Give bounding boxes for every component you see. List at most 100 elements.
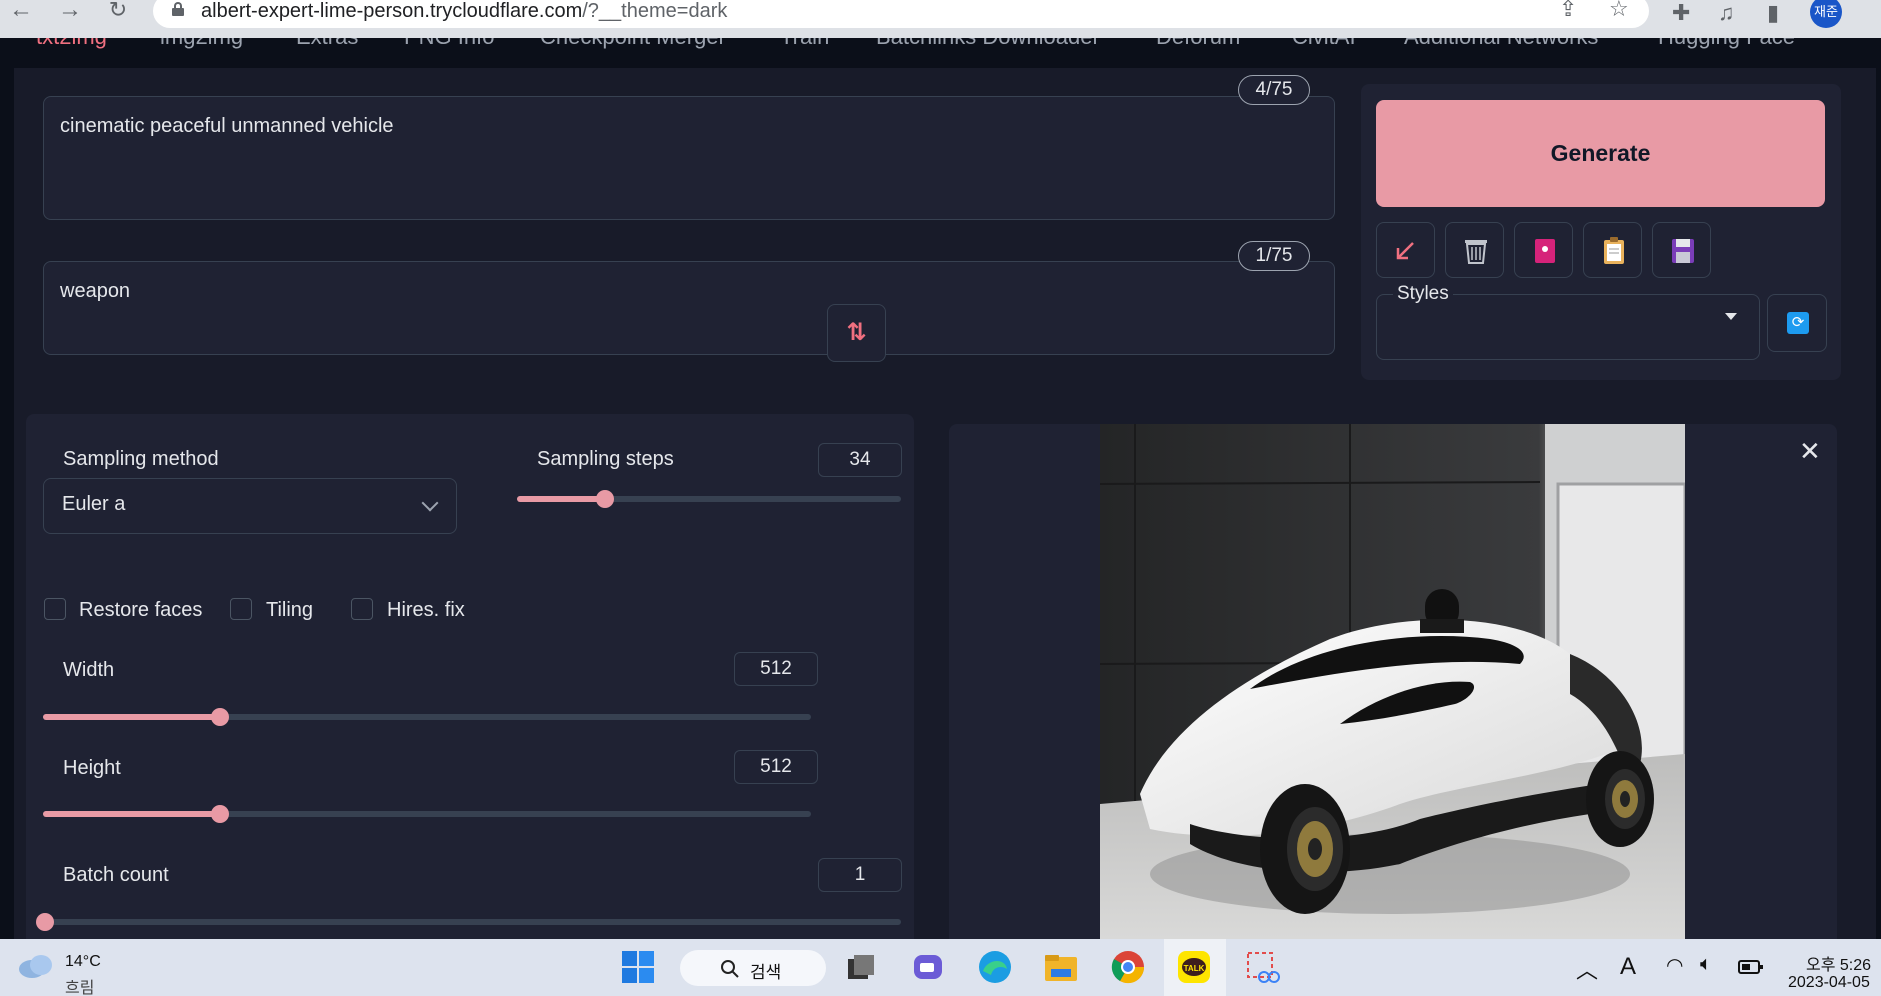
chrome-icon[interactable] — [1108, 947, 1148, 987]
sampling-steps-slider[interactable] — [517, 490, 901, 508]
windows-start-icon[interactable] — [618, 947, 658, 987]
batch-count-thumb[interactable] — [36, 913, 54, 931]
browser-chrome: ← → ↻ albert-expert-lime-person.trycloud… — [0, 0, 1881, 38]
url-text[interactable]: albert-expert-lime-person.trycloudflare.… — [201, 0, 727, 23]
caret-down-icon — [1725, 313, 1737, 320]
weather-temp[interactable]: 14°C — [65, 953, 101, 971]
ime-indicator[interactable]: A — [1620, 953, 1636, 981]
height-label: Height — [63, 757, 121, 779]
swap-dimensions-button[interactable]: ⇅ — [827, 304, 886, 362]
close-icon[interactable]: ✕ — [1799, 436, 1821, 467]
file-explorer-icon[interactable] — [1041, 947, 1081, 987]
sampling-steps-input[interactable]: 34 — [818, 443, 902, 477]
restore-faces-checkbox[interactable] — [44, 598, 66, 620]
generation-settings: Sampling method Euler a Sampling steps 3… — [26, 414, 914, 939]
sampling-method-value: Euler a — [62, 493, 126, 515]
tiling-checkbox[interactable] — [230, 598, 252, 620]
tab-train[interactable]: Train — [780, 38, 829, 50]
edge-browser-icon[interactable] — [975, 947, 1015, 987]
share-icon[interactable]: ⇪ — [1559, 0, 1577, 22]
refresh-icon: ⟳ — [1787, 312, 1809, 334]
task-view-icon[interactable] — [840, 947, 880, 987]
save-style-button[interactable] — [1652, 222, 1711, 278]
clear-prompt-button[interactable] — [1445, 222, 1504, 278]
extra-networks-button[interactable] — [1514, 222, 1573, 278]
side-panel-icon[interactable]: ▮ — [1767, 0, 1779, 26]
negative-prompt-input[interactable]: weapon — [43, 261, 1335, 355]
negative-token-counter: 1/75 — [1238, 241, 1310, 271]
snipping-tool-icon[interactable] — [1242, 947, 1282, 987]
tab-additional-networks[interactable]: Additional Networks — [1404, 38, 1598, 50]
tab-txt2img[interactable]: txt2img — [36, 38, 107, 50]
pink-card-icon — [1535, 239, 1555, 263]
positive-prompt-input[interactable]: cinematic peaceful unmanned vehicle — [43, 96, 1335, 220]
star-icon[interactable]: ☆ — [1609, 0, 1629, 22]
generate-panel: Generate Styles ⟳ — [1361, 84, 1841, 380]
width-label: Width — [63, 659, 115, 681]
clock-date[interactable]: 2023-04-05 — [1788, 974, 1870, 992]
chevron-down-icon — [421, 494, 439, 512]
generated-image[interactable] — [1100, 424, 1685, 939]
wifi-icon[interactable]: ◠ — [1666, 953, 1683, 978]
tab-civitai[interactable]: CivitAI — [1292, 38, 1356, 50]
arrow-down-left-icon — [1396, 242, 1414, 260]
clipboard-icon — [1604, 237, 1624, 264]
back-icon[interactable]: ← — [6, 0, 36, 24]
search-label: 검색 — [750, 963, 782, 982]
width-slider[interactable] — [43, 708, 811, 726]
forward-icon[interactable]: → — [55, 0, 85, 24]
windows-taskbar: 14°C 흐림 검색 TALK ︿ A ◠ 🔈︎ 오후 5:26 2023-04… — [0, 939, 1881, 996]
height-slider[interactable] — [43, 805, 811, 823]
batch-count-input[interactable]: 1 — [818, 858, 902, 892]
tab-hugging-face[interactable]: Hugging Face — [1658, 38, 1795, 50]
kakaotalk-icon[interactable]: TALK — [1174, 947, 1214, 987]
output-gallery: ✕ — [949, 424, 1837, 939]
taskbar-search[interactable]: 검색 — [680, 950, 826, 986]
height-input[interactable]: 512 — [734, 750, 818, 784]
address-bar[interactable]: albert-expert-lime-person.trycloudflare.… — [153, 0, 1649, 28]
styles-dropdown[interactable]: Styles — [1376, 283, 1760, 360]
lock-icon — [172, 2, 184, 16]
tab-extras[interactable]: Extras — [296, 38, 358, 50]
sampling-method-dropdown[interactable]: Euler a — [43, 478, 457, 534]
read-params-button[interactable] — [1376, 222, 1435, 278]
tiling-label: Tiling — [266, 599, 314, 621]
chevron-up-icon[interactable]: ︿ — [1576, 953, 1598, 985]
tab-deforum[interactable]: Deforum — [1156, 38, 1240, 50]
svg-text:TALK: TALK — [1184, 964, 1205, 973]
vehicle-illustration — [1100, 424, 1685, 939]
tab-png-info[interactable]: PNG Info — [404, 38, 494, 50]
tab-bar: txt2img img2img Extras PNG Info Checkpoi… — [0, 38, 1881, 68]
clock-time[interactable]: 오후 5:26 — [1806, 951, 1871, 975]
negative-prompt-text: weapon — [60, 280, 131, 302]
battery-icon[interactable] — [1738, 959, 1764, 975]
width-input[interactable]: 512 — [734, 652, 818, 686]
hires-fix-checkbox[interactable] — [351, 598, 373, 620]
puzzle-extension-icon[interactable]: ✚ — [1672, 0, 1690, 26]
hires-fix-label: Hires. fix — [387, 599, 465, 621]
height-fill — [43, 811, 220, 817]
tab-img2img[interactable]: img2img — [160, 38, 243, 50]
media-control-icon[interactable]: ♫ — [1718, 0, 1735, 26]
cloud-icon — [19, 955, 52, 978]
chat-icon[interactable] — [908, 947, 948, 987]
sampling-steps-thumb[interactable] — [596, 490, 615, 508]
apply-styles-button[interactable] — [1583, 222, 1642, 278]
weather-desc[interactable]: 흐림 — [65, 974, 94, 996]
batch-count-slider[interactable] — [36, 913, 901, 931]
sampling-method-label: Sampling method — [63, 448, 219, 470]
speaker-icon[interactable]: 🔈︎ — [1700, 953, 1712, 976]
styles-label: Styles — [1393, 283, 1453, 305]
generate-button[interactable]: Generate — [1376, 100, 1825, 207]
sampling-steps-fill — [517, 496, 606, 502]
save-floppy-icon — [1672, 239, 1694, 263]
profile-avatar[interactable]: 재준 — [1810, 0, 1842, 28]
batch-count-label: Batch count — [63, 864, 169, 886]
height-thumb[interactable] — [210, 805, 229, 823]
positive-prompt-text: cinematic peaceful unmanned vehicle — [60, 115, 394, 137]
reload-icon[interactable]: ↻ — [103, 0, 133, 24]
width-thumb[interactable] — [210, 708, 229, 726]
tab-checkpoint-merger[interactable]: Checkpoint Merger — [540, 38, 726, 50]
refresh-styles-button[interactable]: ⟳ — [1767, 294, 1827, 352]
tab-batchlinks-downloader[interactable]: Batchlinks Downloader — [876, 38, 1100, 50]
